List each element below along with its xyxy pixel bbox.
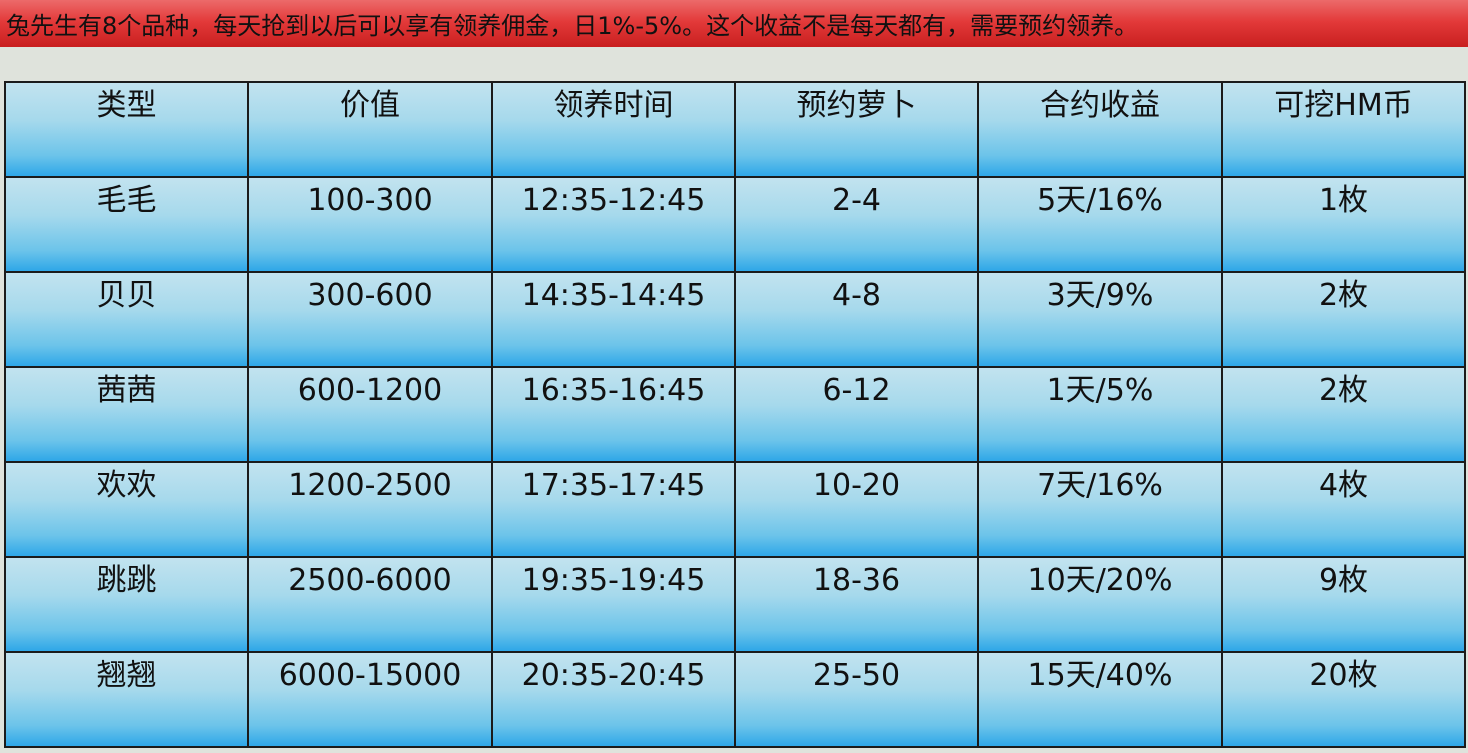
cell-reserve-radish: 2-4 [734,176,979,273]
table-row: 翘翘 6000-15000 20:35-20:45 25-50 15天/40% … [4,651,1466,748]
header-reserve-radish: 预约萝卜 [734,81,979,178]
cell-adopt-time: 14:35-14:45 [491,271,736,368]
cell-type: 跳跳 [4,556,249,653]
cell-value: 600-1200 [247,366,493,463]
table-row: 欢欢 1200-2500 17:35-17:45 10-20 7天/16% 4枚 [4,461,1466,558]
cell-contract-yield: 1天/5% [977,366,1223,463]
cell-hm-coins: 20枚 [1221,651,1466,748]
cell-contract-yield: 15天/40% [977,651,1223,748]
cell-reserve-radish: 4-8 [734,271,979,368]
header-contract-yield: 合约收益 [977,81,1223,178]
cell-adopt-time: 16:35-16:45 [491,366,736,463]
cell-value: 1200-2500 [247,461,493,558]
cell-contract-yield: 3天/9% [977,271,1223,368]
rabbit-types-table: 类型 价值 领养时间 预约萝卜 合约收益 可挖HM币 毛毛 100-300 12… [4,81,1466,748]
cell-contract-yield: 7天/16% [977,461,1223,558]
table-row: 毛毛 100-300 12:35-12:45 2-4 5天/16% 1枚 [4,176,1466,273]
cell-reserve-radish: 25-50 [734,651,979,748]
banner-text: 兔先生有8个品种，每天抢到以后可以享有领养佣金，日1%-5%。这个收益不是每天都… [6,12,1139,40]
header-type: 类型 [4,81,249,178]
cell-adopt-time: 12:35-12:45 [491,176,736,273]
table-row: 贝贝 300-600 14:35-14:45 4-8 3天/9% 2枚 [4,271,1466,368]
cell-hm-coins: 2枚 [1221,271,1466,368]
cell-type: 翘翘 [4,651,249,748]
cell-hm-coins: 4枚 [1221,461,1466,558]
cell-adopt-time: 19:35-19:45 [491,556,736,653]
cell-value: 300-600 [247,271,493,368]
cell-contract-yield: 5天/16% [977,176,1223,273]
top-banner: 兔先生有8个品种，每天抢到以后可以享有领养佣金，日1%-5%。这个收益不是每天都… [0,0,1468,47]
cell-type: 茜茜 [4,366,249,463]
cell-reserve-radish: 18-36 [734,556,979,653]
cell-adopt-time: 20:35-20:45 [491,651,736,748]
header-adopt-time: 领养时间 [491,81,736,178]
cell-type: 毛毛 [4,176,249,273]
cell-reserve-radish: 6-12 [734,366,979,463]
cell-reserve-radish: 10-20 [734,461,979,558]
cell-value: 100-300 [247,176,493,273]
cell-value: 6000-15000 [247,651,493,748]
table-header-row: 类型 价值 领养时间 预约萝卜 合约收益 可挖HM币 [4,81,1466,178]
header-hm-coins: 可挖HM币 [1221,81,1466,178]
table-row: 跳跳 2500-6000 19:35-19:45 18-36 10天/20% 9… [4,556,1466,653]
cell-adopt-time: 17:35-17:45 [491,461,736,558]
cell-contract-yield: 10天/20% [977,556,1223,653]
banner-gap [0,47,1468,81]
header-value: 价值 [247,81,493,178]
table-row: 茜茜 600-1200 16:35-16:45 6-12 1天/5% 2枚 [4,366,1466,463]
cell-hm-coins: 1枚 [1221,176,1466,273]
cell-hm-coins: 2枚 [1221,366,1466,463]
cell-type: 欢欢 [4,461,249,558]
cell-hm-coins: 9枚 [1221,556,1466,653]
cell-type: 贝贝 [4,271,249,368]
cell-value: 2500-6000 [247,556,493,653]
